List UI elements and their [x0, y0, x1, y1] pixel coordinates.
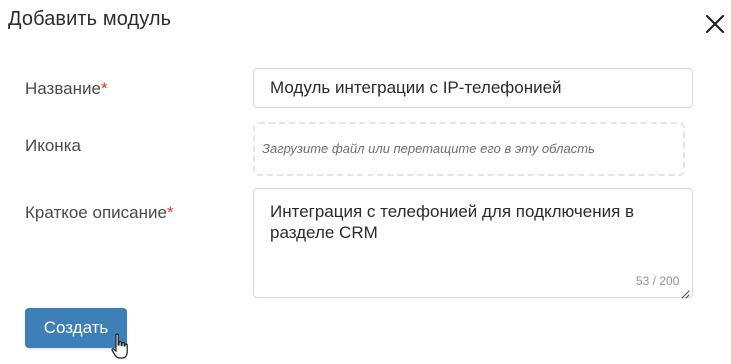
description-label: Краткое описание*	[25, 203, 174, 223]
hand-pointer-icon	[110, 333, 132, 361]
name-input[interactable]	[253, 68, 693, 108]
resize-handle-icon[interactable]	[681, 286, 690, 299]
required-mark: *	[166, 203, 174, 222]
required-mark: *	[100, 79, 108, 98]
description-textarea[interactable]: Интеграция с телефонией для подключения …	[253, 188, 693, 298]
icon-label: Иконка	[25, 136, 81, 155]
description-label-text: Краткое описание	[25, 203, 167, 222]
char-counter: 53 / 200	[636, 274, 680, 288]
dialog-title: Добавить модуль	[8, 8, 172, 30]
icon-dropzone[interactable]: Загрузите файл или перетащите его в эту …	[253, 122, 685, 176]
name-label-text: Название	[25, 79, 101, 98]
name-label: Название*	[25, 79, 108, 99]
add-module-dialog: Добавить модуль Название* Иконка Загрузи…	[0, 0, 731, 364]
close-icon[interactable]	[704, 13, 726, 35]
